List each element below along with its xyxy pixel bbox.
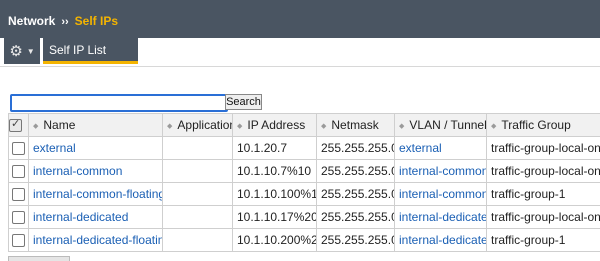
row-checkbox[interactable] — [12, 211, 25, 224]
search-button[interactable]: Search — [225, 94, 262, 110]
bottom-action-button[interactable] — [8, 256, 70, 261]
row-ip-address: 10.1.20.7 — [233, 137, 317, 160]
row-traffic-group: traffic-group-local-only — [487, 206, 600, 229]
row-name-link[interactable]: external — [29, 137, 163, 160]
column-header-traffic-group[interactable]: ◆Traffic Group — [487, 114, 600, 137]
breadcrumb-separator: ›› — [61, 16, 68, 28]
row-vlan-link[interactable]: internal-dedicated — [395, 229, 487, 252]
sort-icon: ◆ — [33, 123, 38, 130]
row-ip-address: 10.1.10.17%20 — [233, 206, 317, 229]
self-ip-table: ◆Name ◆Application ◆IP Address ◆Netmask … — [8, 113, 600, 252]
row-netmask: 255.255.255.0 — [317, 229, 395, 252]
sort-icon: ◆ — [399, 123, 404, 130]
row-netmask: 255.255.255.0 — [317, 206, 395, 229]
row-ip-address: 10.1.10.100%10 — [233, 183, 317, 206]
row-vlan-link[interactable]: internal-dedicated — [395, 206, 487, 229]
row-checkbox[interactable] — [12, 234, 25, 247]
table-header-row: ◆Name ◆Application ◆IP Address ◆Netmask … — [9, 114, 600, 137]
breadcrumb: Network ›› Self IPs — [8, 14, 118, 28]
row-application — [163, 183, 233, 206]
row-checkbox[interactable] — [12, 188, 25, 201]
row-checkbox[interactable] — [12, 142, 25, 155]
sort-icon: ◆ — [167, 123, 172, 130]
row-application — [163, 206, 233, 229]
row-traffic-group: traffic-group-local-only — [487, 160, 600, 183]
row-application — [163, 137, 233, 160]
gear-icon: ⚙ — [9, 44, 22, 59]
select-all-cell — [9, 114, 29, 137]
tab-self-ip-list[interactable]: Self IP List — [43, 38, 138, 64]
table-row: internal-dedicated-floating 10.1.10.200%… — [9, 229, 600, 252]
row-vlan-link[interactable]: internal-common — [395, 160, 487, 183]
select-all-checkbox[interactable] — [9, 119, 22, 132]
sort-icon: ◆ — [491, 123, 496, 130]
column-header-netmask[interactable]: ◆Netmask — [317, 114, 395, 137]
search-input[interactable] — [10, 94, 228, 112]
row-traffic-group: traffic-group-local-only — [487, 137, 600, 160]
tab-bar: ⚙▼ Self IP List — [0, 38, 600, 67]
column-header-application[interactable]: ◆Application — [163, 114, 233, 137]
title-bar: Network ›› Self IPs — [0, 0, 600, 38]
column-header-name[interactable]: ◆Name — [29, 114, 163, 137]
column-header-vlan-tunnel[interactable]: ◆VLAN / Tunnel — [395, 114, 487, 137]
row-checkbox[interactable] — [12, 165, 25, 178]
row-name-link[interactable]: internal-dedicated — [29, 206, 163, 229]
row-netmask: 255.255.255.0 — [317, 183, 395, 206]
table-row: internal-common-floating 10.1.10.100%10 … — [9, 183, 600, 206]
row-traffic-group: traffic-group-1 — [487, 183, 600, 206]
row-vlan-link[interactable]: external — [395, 137, 487, 160]
row-vlan-link[interactable]: internal-common — [395, 183, 487, 206]
row-traffic-group: traffic-group-1 — [487, 229, 600, 252]
table-row: internal-dedicated 10.1.10.17%20 255.255… — [9, 206, 600, 229]
column-header-ip-address[interactable]: ◆IP Address — [233, 114, 317, 137]
row-name-link[interactable]: internal-common — [29, 160, 163, 183]
row-netmask: 255.255.255.0 — [317, 137, 395, 160]
sort-icon: ◆ — [321, 123, 326, 130]
breadcrumb-network[interactable]: Network — [8, 14, 55, 28]
row-name-link[interactable]: internal-common-floating — [29, 183, 163, 206]
breadcrumb-current: Self IPs — [75, 14, 118, 28]
caret-down-icon: ▼ — [27, 47, 35, 56]
sort-icon: ◆ — [237, 123, 242, 130]
row-ip-address: 10.1.10.7%10 — [233, 160, 317, 183]
table-row: internal-common 10.1.10.7%10 255.255.255… — [9, 160, 600, 183]
gear-menu-button[interactable]: ⚙▼ — [4, 38, 40, 64]
row-netmask: 255.255.255.0 — [317, 160, 395, 183]
table-row: external 10.1.20.7 255.255.255.0 externa… — [9, 137, 600, 160]
row-application — [163, 229, 233, 252]
row-ip-address: 10.1.10.200%20 — [233, 229, 317, 252]
row-name-link[interactable]: internal-dedicated-floating — [29, 229, 163, 252]
row-application — [163, 160, 233, 183]
